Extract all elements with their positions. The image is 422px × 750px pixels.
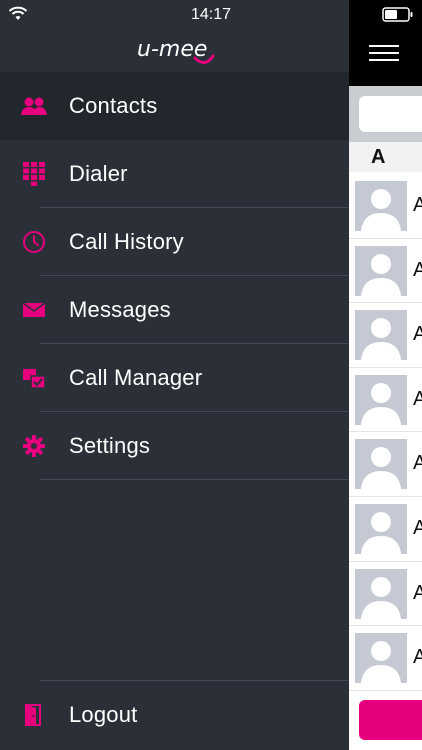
avatar-placeholder-icon [355,374,407,425]
menu-item-label: Call History [69,229,184,254]
avatar-placeholder-icon [355,439,407,490]
avatar-placeholder-icon [355,245,407,296]
avatar-placeholder-icon [355,310,407,361]
app-logo: u-mee [0,30,349,70]
menu-item-label: Call Manager [69,365,203,390]
battery-icon [382,7,414,28]
gear-icon [20,432,48,460]
contacts-screen-peek[interactable]: A A A A A A A A A [349,0,422,750]
drawer-menu: Contacts Dialer Call History Messages Ca… [0,72,349,480]
menu-item-label: Settings [69,433,151,458]
avatar-placeholder-icon [355,633,407,684]
dialpad-icon [20,160,48,188]
search-input[interactable] [359,96,422,132]
avatar-placeholder-icon [355,503,407,554]
envelope-icon [20,296,48,324]
menu-item-settings[interactable]: Settings [0,412,349,480]
contact-name: A [413,387,422,410]
menu-item-dialer[interactable]: Dialer [0,140,349,208]
menu-divider [40,479,349,480]
contact-name: A [413,194,422,216]
contact-name: A [413,581,422,604]
contact-name: A [413,258,422,281]
menu-item-label: Contacts [69,93,158,118]
navigation-drawer: u-mee Contacts Dialer Call History Messa… [0,0,349,750]
contact-list: A A A A A A A A [349,174,422,691]
status-bar: 14:17 [0,0,422,30]
call-manager-icon [20,364,48,392]
menu-item-call-manager[interactable]: Call Manager [0,344,349,412]
status-time: 14:17 [190,6,232,23]
section-header: A [349,142,422,172]
contact-row[interactable]: A [349,497,422,562]
avatar-placeholder-icon [355,568,407,619]
logout-button[interactable]: Logout [0,681,349,749]
contact-row[interactable]: A [349,303,422,368]
logout-door-icon [20,701,48,729]
logout-section: Logout [0,680,349,749]
menu-item-label: Messages [69,297,171,322]
section-letter: A [371,146,386,168]
contact-row[interactable]: A [349,368,422,433]
logout-label: Logout [69,702,138,727]
contact-row[interactable]: A [349,626,422,691]
clock-icon [20,228,48,256]
contact-name: A [413,452,422,475]
menu-item-call-history[interactable]: Call History [0,208,349,276]
contacts-icon [20,92,48,120]
menu-item-contacts[interactable]: Contacts [0,72,349,140]
contact-row[interactable]: A [349,432,422,497]
contact-row[interactable]: A [349,174,422,239]
contact-row[interactable]: A [349,239,422,304]
contact-name: A [413,516,422,539]
menu-item-label: Dialer [69,161,128,186]
contact-row[interactable]: A [349,562,422,627]
search-bar [349,86,422,142]
contact-name: A [413,323,422,346]
avatar-placeholder-icon [355,181,407,231]
bottom-action-button[interactable] [359,700,422,740]
contact-name: A [413,646,422,669]
menu-item-messages[interactable]: Messages [0,276,349,344]
hamburger-menu-icon[interactable] [369,45,399,66]
